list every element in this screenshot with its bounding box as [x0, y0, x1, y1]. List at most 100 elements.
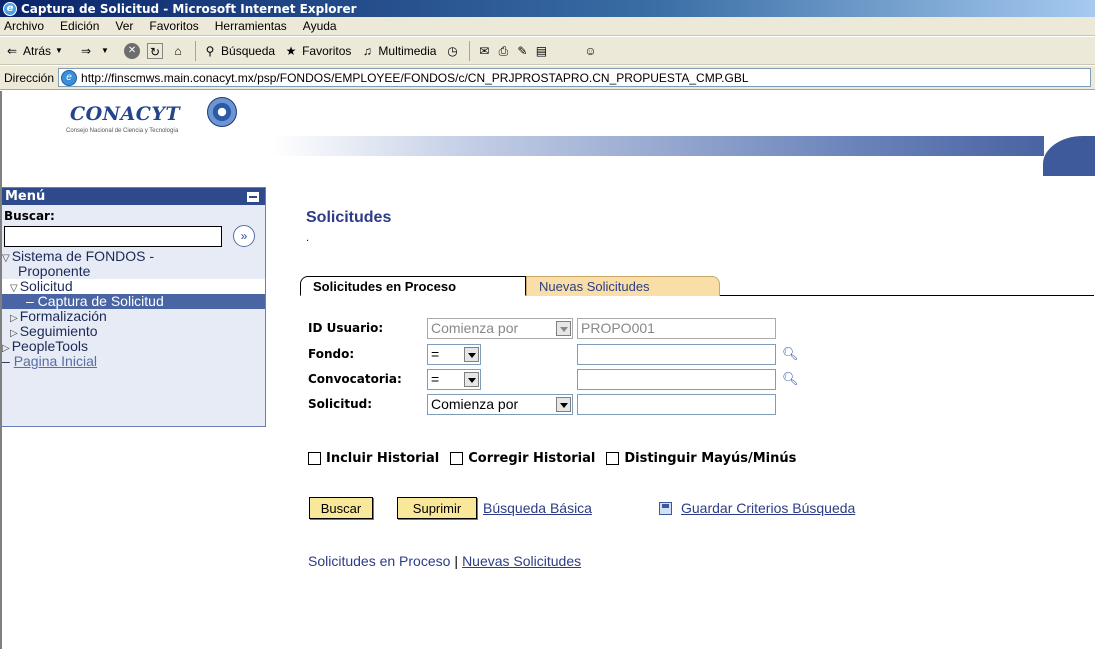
stop-icon[interactable]: ✕ [124, 42, 141, 59]
forward-button[interactable]: ⇒ ▼ [78, 43, 116, 59]
menu-favoritos[interactable]: Favoritos [149, 19, 198, 33]
edit-icon[interactable]: ✎ [514, 43, 530, 59]
dash-icon: – [2, 353, 14, 369]
checkbox-box[interactable] [450, 452, 464, 465]
nav-item-label: Formalización [19, 308, 107, 324]
save-icon [659, 502, 672, 515]
favorites-button[interactable]: ★ Favoritos [283, 43, 352, 59]
nav-item-peopletools[interactable]: ▷ PeopleTools [2, 339, 265, 355]
operator-solicitud[interactable]: Comienza por [427, 393, 573, 415]
menu-ayuda[interactable]: Ayuda [303, 19, 337, 33]
nav-item-solicitud[interactable]: ▽ Solicitud [2, 279, 265, 294]
menu-edicion[interactable]: Edición [60, 19, 99, 33]
search-go-icon[interactable]: » [233, 225, 255, 247]
history-icon[interactable]: ◷ [444, 43, 460, 59]
buscar-button[interactable]: Buscar [309, 497, 373, 519]
input-convocatoria[interactable] [577, 368, 776, 390]
nav-item-label: Pagina Inicial [13, 353, 97, 369]
link-separator: | [454, 553, 459, 569]
nav-item-proponente[interactable]: Proponente [2, 264, 265, 279]
address-bar: Dirección e http://finscmws.main.conacyt… [0, 66, 1095, 90]
media-button[interactable]: ♫ Multimedia [359, 43, 437, 59]
checkbox-box[interactable] [308, 452, 321, 465]
search-button[interactable]: ⚲ Búsqueda [202, 43, 275, 59]
messenger-icon[interactable]: ☺ [582, 43, 598, 59]
search-label: Búsqueda [221, 43, 276, 58]
menubar: Archivo Edición Ver Favoritos Herramient… [0, 17, 1095, 36]
row-fondo: Fondo: = 🔍︎ [308, 343, 799, 365]
checkbox-distinguir-mayus[interactable]: Distinguir Mayús/Minús [606, 451, 796, 466]
menu-herramientas[interactable]: Herramientas [215, 19, 287, 33]
bottom-link-nuevas-solicitudes[interactable]: Nuevas Solicitudes [462, 553, 581, 569]
row-convocatoria: Convocatoria: = 🔍︎ [308, 368, 799, 390]
logo-subtitle: Consejo Nacional de Ciencia y Tecnología [66, 128, 179, 134]
menu-search-input[interactable] [4, 225, 222, 247]
nav-item-seguimiento[interactable]: ▷ Seguimiento [2, 324, 265, 340]
back-arrow-icon: ⇐ [6, 43, 18, 58]
media-label: Multimedia [378, 43, 437, 58]
refresh-icon[interactable]: ↻ [147, 42, 164, 59]
input-solicitud[interactable] [577, 393, 776, 415]
nav-item-label: – Captura de Solicitud [26, 293, 164, 309]
nav-item-formalizacion[interactable]: ▷ Formalización [2, 308, 265, 325]
operator-value: = [431, 346, 440, 362]
discuss-icon[interactable]: ▤ [533, 43, 549, 59]
menu-archivo[interactable]: Archivo [4, 19, 44, 33]
print-icon[interactable]: ⎙ [495, 43, 511, 59]
media-icon: ♫ [362, 43, 372, 58]
checkbox-label: Incluir Historial [326, 451, 440, 466]
guardar-criterios-link[interactable]: Guardar Criterios Búsqueda [681, 500, 855, 516]
dropdown-arrow-icon [556, 396, 571, 412]
home-icon[interactable]: ⌂ [170, 43, 186, 59]
favorites-icon: ★ [285, 43, 297, 58]
suprimir-button[interactable]: Suprimir [397, 497, 477, 519]
operator-value: Comienza por [431, 396, 519, 412]
nav-item-label: Sistema de FONDOS - [11, 248, 155, 264]
menu-title: Menú [5, 189, 46, 204]
logo-name: CONACYT [70, 103, 181, 125]
bottom-link-solicitudes-proceso[interactable]: Solicitudes en Proceso [308, 553, 450, 569]
bottom-links: Solicitudes en Proceso | Nuevas Solicitude… [308, 553, 581, 569]
header-banner [272, 136, 1044, 156]
operator-id-usuario: Comienza por [427, 317, 573, 339]
checkbox-corregir-historial[interactable]: Corregir Historial [450, 451, 595, 466]
ie-logo-icon: e [3, 1, 17, 16]
menu-header: Menú [2, 188, 265, 205]
label-fondo: Fondo: [308, 347, 355, 361]
operator-fondo[interactable]: = [427, 343, 481, 365]
row-id-usuario: ID Usuario: Comienza por PROPO001 [308, 317, 776, 339]
label-convocatoria: Convocatoria: [308, 372, 402, 386]
expanded-icon: ▽ [2, 253, 10, 264]
dropdown-arrow-icon [464, 346, 479, 362]
operator-convocatoria[interactable]: = [427, 368, 481, 390]
nav-item-label: Proponente [18, 263, 91, 279]
page-frame: CONACYT Consejo Nacional de Ciencia y Te… [0, 91, 1095, 649]
nav-item-pagina-inicial[interactable]: – Pagina Inicial [2, 354, 265, 369]
checkbox-incluir-historial[interactable]: Incluir Historial [308, 451, 439, 466]
window-title: Captura de Solicitud - Microsoft Interne… [21, 1, 357, 16]
operator-value: = [431, 371, 440, 387]
nav-item-sistema-fondos[interactable]: ▽ Sistema de FONDOS - [2, 248, 265, 265]
busqueda-basica-link[interactable]: Búsqueda Básica [483, 500, 592, 516]
checkbox-label: Corregir Historial [468, 451, 596, 466]
page-header: CONACYT Consejo Nacional de Ciencia y Te… [2, 91, 1095, 186]
back-button[interactable]: ⇐ Atrás ▼ [4, 43, 70, 59]
dropdown-arrow-icon [464, 371, 479, 387]
window-titlebar: e Captura de Solicitud - Microsoft Inter… [0, 0, 1095, 17]
main-content: Solicitudes . Solicitudes en Proceso Nue… [272, 187, 1094, 647]
checkbox-box[interactable] [606, 452, 620, 465]
tab-nuevas-solicitudes[interactable]: Nuevas Solicitudes [526, 276, 720, 296]
tab-solicitudes-proceso[interactable]: Solicitudes en Proceso [300, 276, 526, 296]
checkbox-label: Distinguir Mayús/Minús [624, 451, 797, 466]
input-fondo[interactable] [577, 343, 776, 365]
mail-icon[interactable]: ✉ [476, 43, 492, 59]
menu-search-label: Buscar: [4, 209, 55, 223]
lookup-icon[interactable]: 🔍︎ [782, 346, 799, 362]
menu-ver[interactable]: Ver [115, 19, 133, 33]
collapse-icon[interactable] [246, 190, 260, 203]
address-input[interactable]: e http://finscmws.main.conacyt.mx/psp/FO… [58, 68, 1091, 87]
conacyt-logo[interactable]: CONACYT Consejo Nacional de Ciencia y Te… [10, 95, 272, 185]
lookup-icon[interactable]: 🔍︎ [782, 371, 799, 387]
nav-item-captura-solicitud[interactable]: – Captura de Solicitud [2, 294, 265, 309]
address-url: http://finscmws.main.conacyt.mx/psp/FOND… [81, 70, 749, 85]
